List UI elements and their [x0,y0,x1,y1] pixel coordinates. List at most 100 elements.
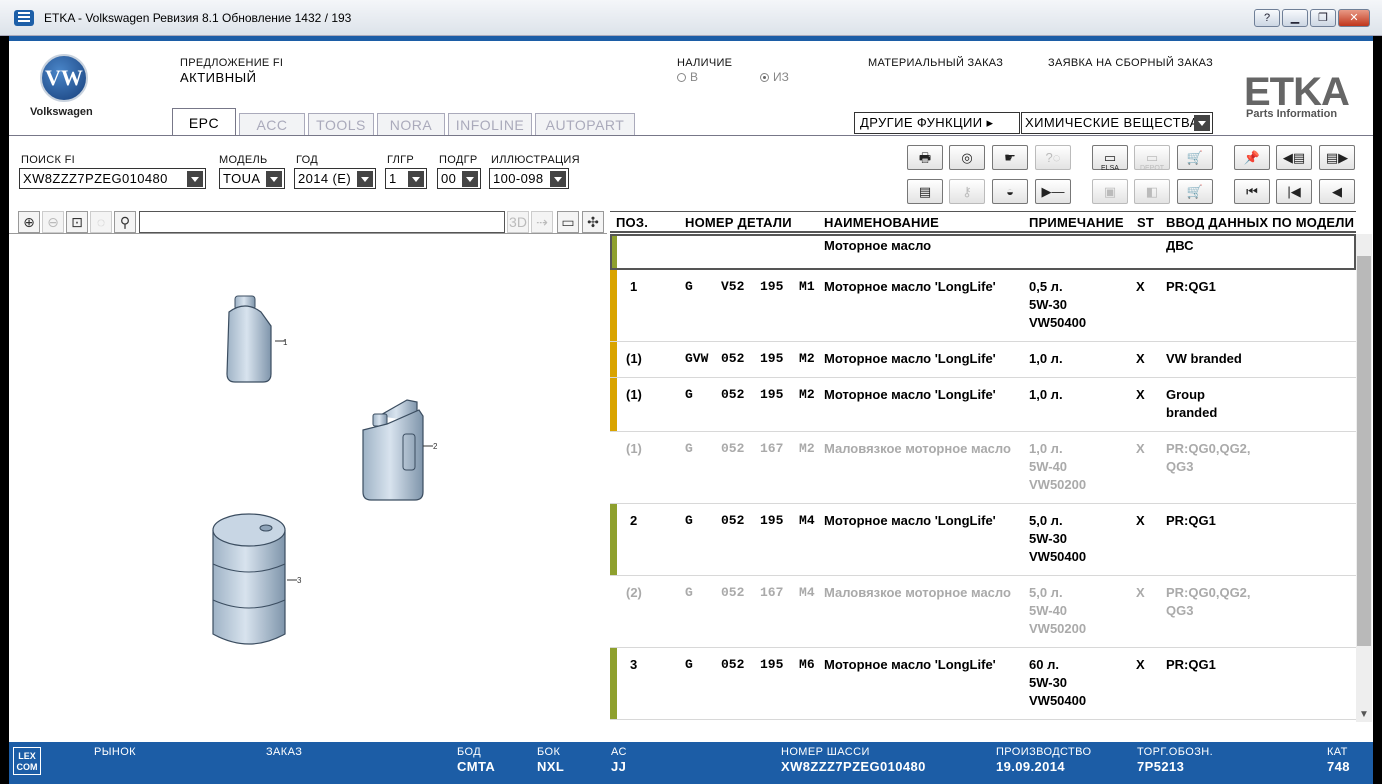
close-button[interactable]: ✕ [1338,9,1370,27]
minimize-button[interactable]: ▁ [1282,9,1308,27]
cd-icon[interactable]: ◎ [949,145,985,170]
user-doc-icon[interactable]: ◧ [1134,179,1170,204]
module-tabs: EPC ACC TOOLS NORA INFOLINE AUTOPART [172,108,635,136]
tab-tools[interactable]: TOOLS [308,113,374,136]
year-select[interactable]: 2014 (E) [294,168,376,189]
link-icon[interactable]: ⇢ [531,211,553,233]
production-label: ПРОИЗВОДСТВО [996,746,1092,758]
split-move-icon[interactable]: ✣ [582,211,604,233]
glgr-label: ГЛГР [387,154,415,166]
table-row[interactable]: (2) G 052 167 M4 Маловязкое моторное мас… [610,576,1356,648]
pin-icon[interactable]: 📌 [1234,145,1270,170]
prev-icon[interactable]: ◀ [1319,179,1355,204]
glgr-select[interactable]: 1 [385,168,427,189]
table-row[interactable]: (1) GVW 052 195 M2 Моторное масло 'LongL… [610,342,1356,378]
col-note[interactable]: ПРИМЕЧАНИЕ [1029,215,1124,230]
prev-section-icon[interactable]: |◀ [1276,179,1312,204]
tab-epc[interactable]: EPC [172,108,236,136]
oil-canister[interactable] [362,399,424,501]
cart-icon[interactable]: 🛒 [1177,145,1213,170]
radio-iz[interactable]: ИЗ [760,70,789,84]
search-icon[interactable]: ⚲ [114,211,136,233]
chevron-down-icon[interactable] [357,171,373,187]
other-functions-button[interactable]: ДРУГИЕ ФУНКЦИИ ▸ [854,112,1020,134]
window-controls: ? ▁ ❐ ✕ [1254,9,1370,27]
other-functions-select[interactable]: ХИМИЧЕСКИЕ ВЕЩЕСТВА [1021,112,1213,134]
col-pos[interactable]: ПОЗ. [616,215,648,230]
page-forward-icon[interactable]: ▤▶ [1319,145,1355,170]
gauge-icon[interactable]: ◒ [992,179,1028,204]
col-part-number[interactable]: НОМЕР ДЕТАЛИ [685,215,792,230]
kat-value: 748 [1327,759,1350,774]
callout-3[interactable]: 3 [297,576,302,585]
zoom-fit-icon[interactable]: ⊡ [66,211,88,233]
col-model-data[interactable]: ВВОД ДАННЫХ ПО МОДЕЛИ [1166,215,1354,230]
tab-autopart[interactable]: AUTOPART [535,113,635,136]
tab-acc[interactable]: ACC [239,113,305,136]
layout-icon[interactable]: ▭ [557,211,579,233]
podgr-select[interactable]: 00 [437,168,481,189]
chassis-value: XW8ZZZ7PZEG010480 [781,759,926,774]
order-label: ЗАКАЗ [266,746,303,758]
table-scrollbar[interactable]: ▼ [1356,234,1372,722]
radio-v[interactable]: В [677,70,698,84]
tab-infoline[interactable]: INFOLINE [448,113,532,136]
illustration-search-input[interactable] [139,211,505,233]
chevron-down-icon[interactable] [187,171,203,187]
computer-icon[interactable]: ▣ [1092,179,1128,204]
illustration-select[interactable]: 100-098 [489,168,569,189]
row-marker [610,378,617,431]
list-icon[interactable]: ▤ [907,179,943,204]
chevron-down-icon[interactable] [408,171,424,187]
hands-icon[interactable]: ☛ [992,145,1028,170]
table-row[interactable]: 2 G 052 195 M4 Моторное масло 'LongLife'… [610,504,1356,576]
table-row[interactable]: (1) G 052 167 M2 Маловязкое моторное мас… [610,432,1356,504]
fi-search-input[interactable]: XW8ZZZ7PZEG010480 [19,168,206,189]
oil-drum[interactable] [212,513,286,645]
help-button[interactable]: ? [1254,9,1280,27]
tab-divider [9,135,1373,136]
table-row[interactable]: 3 G 052 195 M6 Моторное масло 'LongLife'… [610,648,1356,720]
lexcom-logo: LEX COM [13,747,41,775]
table-row[interactable]: (1) G 052 195 M2 Моторное масло 'LongLif… [610,378,1356,432]
model-select[interactable]: TOUA [219,168,285,189]
elsa-button[interactable]: ▭ ELSA [1092,145,1128,172]
chevron-down-icon[interactable] [462,171,478,187]
row-marker [610,648,617,719]
table-row[interactable]: 1 G V52 195 M1 Моторное масло 'LongLife'… [610,270,1356,342]
material-order-link[interactable]: МАТЕРИАЛЬНЫЙ ЗАКАЗ [868,57,1003,69]
cart-list-icon[interactable]: 🛒 [1177,179,1213,204]
bok-value: NXL [537,759,565,774]
maximize-button[interactable]: ❐ [1310,9,1336,27]
zoom-out-icon[interactable]: ⊖ [42,211,64,233]
tab-nora[interactable]: NORA [377,113,445,136]
first-page-icon[interactable]: ⏮ [1234,179,1270,204]
podgr-label: ПОДГР [439,154,478,166]
callout-2[interactable]: 2 [433,442,438,451]
depot-button[interactable]: ▭ DEPOT [1134,145,1170,172]
assembly-order-link[interactable]: ЗАЯВКА НА СБОРНЫЙ ЗАКАЗ [1048,57,1213,69]
production-value: 19.09.2014 [996,759,1066,774]
chevron-down-icon[interactable] [1194,115,1210,131]
zoom-reset-icon[interactable]: ◌ [90,211,112,233]
help-question-icon[interactable]: ?◌ [1035,145,1071,170]
chevron-down-icon[interactable] [266,171,282,187]
zoom-in-icon[interactable]: ⊕ [18,211,40,233]
bok-label: БОК [537,746,561,758]
radio-dot-iz [760,73,769,82]
key-icon[interactable]: ⚷ [949,179,985,204]
chevron-down-icon[interactable] [550,171,566,187]
play-dash-icon[interactable]: ▶— [1035,179,1071,204]
view-3d-button[interactable]: 3D [507,211,529,233]
col-name[interactable]: НАИМЕНОВАНИЕ [824,215,939,230]
print-icon[interactable]: 🖶 [907,145,943,170]
brand-name: Volkswagen [30,106,93,118]
scrollbar-thumb[interactable] [1357,256,1371,646]
page-back-icon[interactable]: ◀▤ [1276,145,1312,170]
header-band [9,36,1373,41]
callout-1[interactable]: 1 [283,338,288,347]
col-st[interactable]: ST [1137,215,1154,230]
scroll-down-icon[interactable]: ▼ [1359,709,1369,720]
oil-bottle-small[interactable] [226,295,272,383]
group-row[interactable]: Моторное масло ДВС [610,234,1356,270]
